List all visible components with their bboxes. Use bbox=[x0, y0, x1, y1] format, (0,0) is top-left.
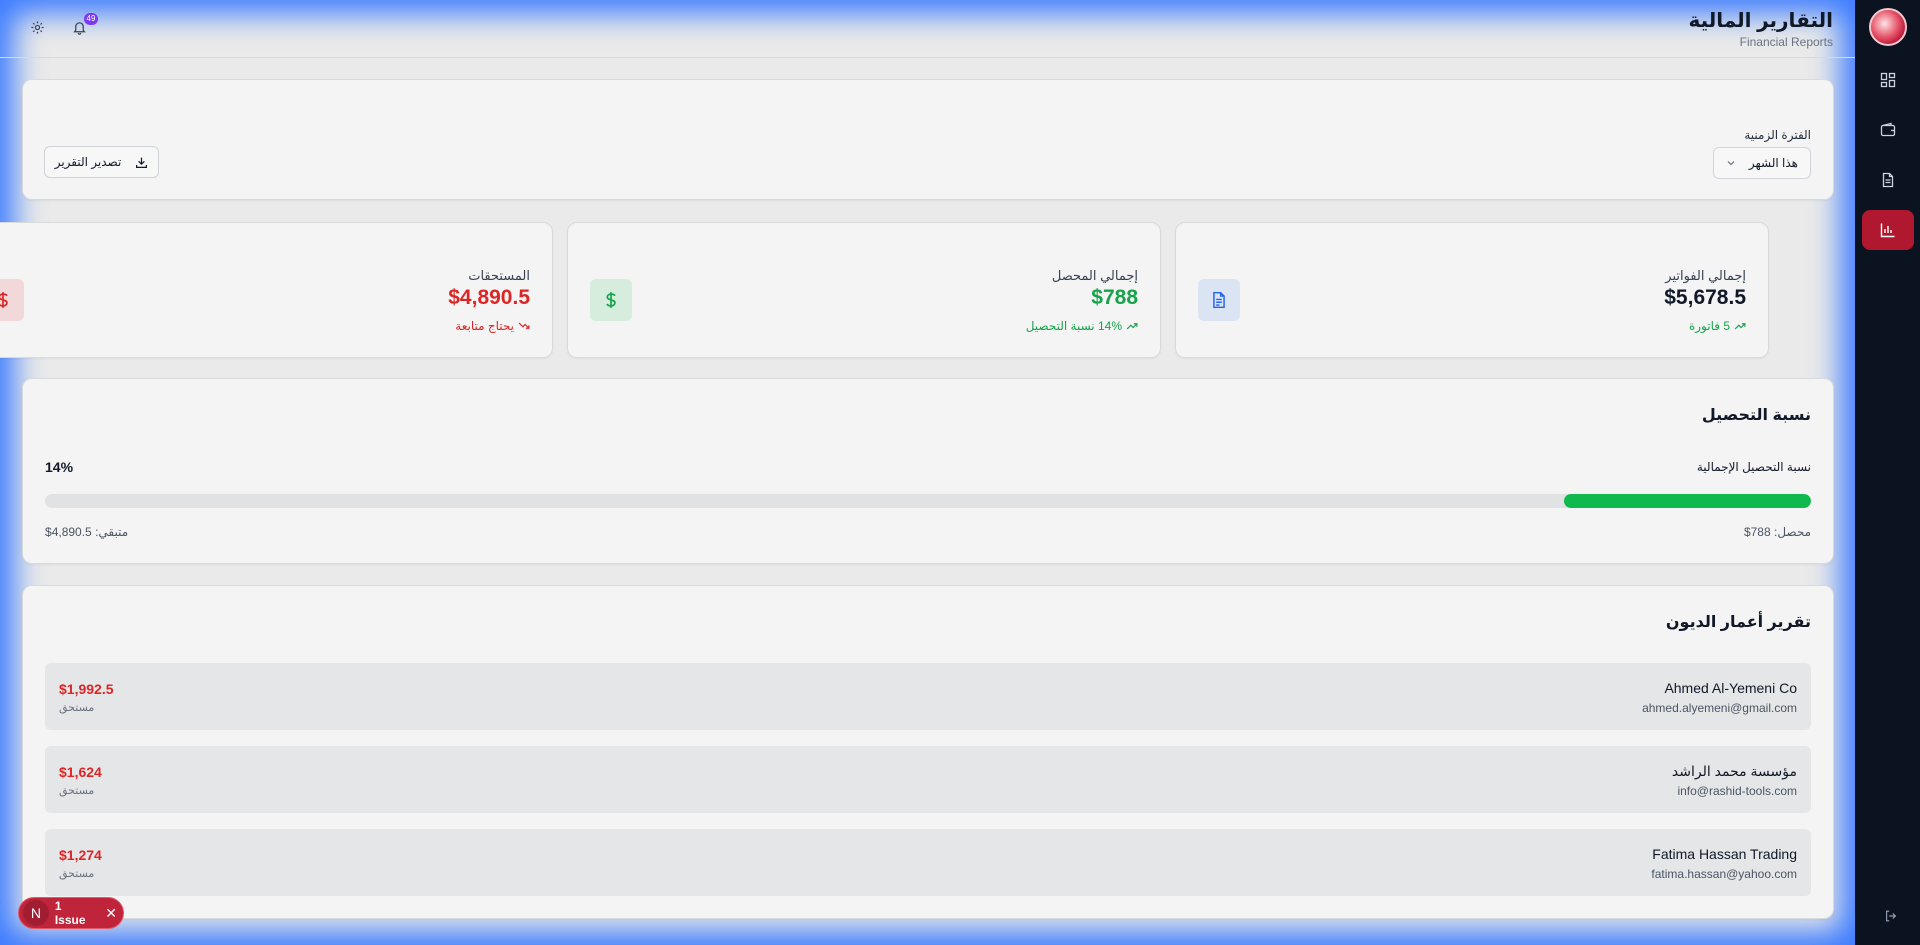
logout-icon bbox=[1885, 910, 1896, 922]
customer-email: info@rashid-tools.com bbox=[1677, 784, 1797, 798]
wallet-icon bbox=[1880, 122, 1895, 137]
export-report-button[interactable]: تصدير التقرير bbox=[44, 146, 159, 178]
stat-sub-text: 5 فاتورة bbox=[1688, 319, 1730, 333]
stat-card-receivables: المستحقات $4,890.5 يحتاج متابعة bbox=[0, 222, 553, 358]
document-icon bbox=[1882, 172, 1893, 188]
collection-progress-fill bbox=[1563, 494, 1811, 508]
stat-value: $4,890.5 bbox=[448, 286, 530, 309]
bar-chart-icon bbox=[1880, 223, 1894, 238]
sidebar-item-wallet[interactable] bbox=[1862, 110, 1914, 150]
trend-up-icon bbox=[1126, 323, 1138, 330]
next-logo-icon: N bbox=[23, 900, 49, 926]
stat-sub: 5 فاتورة bbox=[1689, 319, 1746, 333]
notification-badge: 49 bbox=[84, 12, 98, 25]
sidebar-nav bbox=[1861, 60, 1914, 250]
sidebar bbox=[1855, 0, 1920, 945]
close-icon[interactable]: ✕ bbox=[105, 905, 117, 922]
stat-card-total-invoices: إجمالي الفواتير $5,678.5 5 فاتورة bbox=[1175, 222, 1769, 358]
remaining-amount: متبقي: 4,890.5$ bbox=[45, 525, 129, 539]
logout-button[interactable] bbox=[1878, 909, 1898, 929]
period-value: هذا الشهر bbox=[1748, 156, 1798, 170]
period-select[interactable]: هذا الشهر bbox=[1713, 147, 1811, 179]
stat-value: $5,678.5 bbox=[1664, 286, 1746, 309]
chevron-down-icon bbox=[1727, 161, 1735, 166]
stat-icon-box bbox=[0, 279, 24, 321]
stat-sub-text: 14% نسبة التحصيل bbox=[1025, 319, 1122, 333]
stat-card-total-collected: إجمالي المحصل $788 14% نسبة التحصيل bbox=[567, 222, 1161, 358]
customer-email: ahmed.alyemeni@gmail.com bbox=[1642, 701, 1797, 715]
dollar-icon bbox=[0, 292, 8, 308]
issue-label: 1 Issue bbox=[54, 899, 86, 927]
collection-rate-card: نسبة التحصيل نسبة التحصيل الإجمالية 14% … bbox=[22, 378, 1834, 564]
customer-name: مؤسسة محمد الراشد bbox=[1671, 763, 1797, 779]
top-icons: 49 bbox=[30, 12, 98, 38]
dollar-icon bbox=[606, 292, 616, 308]
trend-up-icon bbox=[1734, 323, 1746, 330]
customer-name: Ahmed Al-Yemeni Co bbox=[1664, 680, 1797, 696]
download-icon bbox=[136, 157, 148, 168]
stat-sub-text: يحتاج متابعة bbox=[455, 319, 514, 333]
top-bar: التقارير المالية Financial Reports 49 bbox=[0, 0, 1855, 58]
stat-icon-box bbox=[1198, 279, 1240, 321]
collection-progress-bar bbox=[45, 494, 1811, 508]
stat-label: إجمالي الفواتير bbox=[1665, 268, 1746, 283]
due-amount: $1,624 bbox=[59, 764, 102, 780]
due-amount: $1,992.5 bbox=[59, 681, 114, 697]
due-status: مستحق bbox=[59, 785, 95, 797]
customer-email: fatima.hassan@yahoo.com bbox=[1651, 867, 1797, 881]
overall-rate-percent: 14% bbox=[45, 459, 74, 475]
main-content: التقارير المالية Financial Reports 49 ال… bbox=[0, 0, 1855, 945]
stat-label: إجمالي المحصل bbox=[1051, 268, 1138, 283]
file-text-icon bbox=[1213, 291, 1225, 309]
issue-indicator[interactable]: N 1 Issue ✕ bbox=[18, 897, 124, 929]
collection-rate-title: نسبة التحصيل bbox=[1701, 407, 1811, 424]
overall-rate-label: نسبة التحصيل الإجمالية bbox=[1696, 460, 1811, 474]
sidebar-item-invoices[interactable] bbox=[1862, 160, 1914, 200]
due-status: مستحق bbox=[59, 868, 95, 880]
stat-label: المستحقات bbox=[468, 268, 530, 283]
notifications-button[interactable]: 49 bbox=[72, 12, 98, 38]
stat-sub: يحتاج متابعة bbox=[455, 319, 530, 333]
export-report-label: تصدير التقرير bbox=[54, 155, 122, 169]
settings-button[interactable] bbox=[30, 20, 48, 38]
due-status: مستحق bbox=[59, 702, 95, 714]
gear-icon bbox=[31, 20, 44, 34]
due-amount: $1,274 bbox=[59, 847, 102, 863]
trend-down-icon bbox=[518, 322, 530, 329]
list-item[interactable]: مؤسسة محمد الراشد info@rashid-tools.com … bbox=[45, 746, 1811, 813]
period-label: الفترة الزمنية bbox=[1744, 128, 1811, 142]
sidebar-item-reports[interactable] bbox=[1861, 210, 1914, 250]
list-item[interactable]: Ahmed Al-Yemeni Co ahmed.alyemeni@gmail.… bbox=[45, 663, 1811, 730]
debt-aging-title: تقرير أعمار الديون bbox=[1665, 614, 1811, 631]
sidebar-item-dashboard[interactable] bbox=[1862, 60, 1914, 100]
app-logo[interactable] bbox=[1868, 8, 1907, 46]
page-title-block: التقارير المالية Financial Reports bbox=[1688, 8, 1833, 49]
stat-icon-box bbox=[590, 279, 632, 321]
stat-sub: 14% نسبة التحصيل bbox=[1026, 319, 1138, 333]
customer-name: Fatima Hassan Trading bbox=[1652, 846, 1797, 862]
page-subtitle: Financial Reports bbox=[1739, 35, 1833, 49]
page-title: التقارير المالية bbox=[1688, 10, 1833, 32]
list-item[interactable]: Fatima Hassan Trading fatima.hassan@yaho… bbox=[45, 829, 1811, 896]
collected-amount: محصل: 788$ bbox=[1743, 525, 1811, 539]
filter-card: الفترة الزمنية هذا الشهر تصدير التقرير bbox=[22, 79, 1834, 200]
debt-aging-card: تقرير أعمار الديون Ahmed Al-Yemeni Co ah… bbox=[22, 585, 1834, 919]
dashboard-grid-icon bbox=[1880, 72, 1895, 88]
stat-value: $788 bbox=[1091, 286, 1138, 309]
